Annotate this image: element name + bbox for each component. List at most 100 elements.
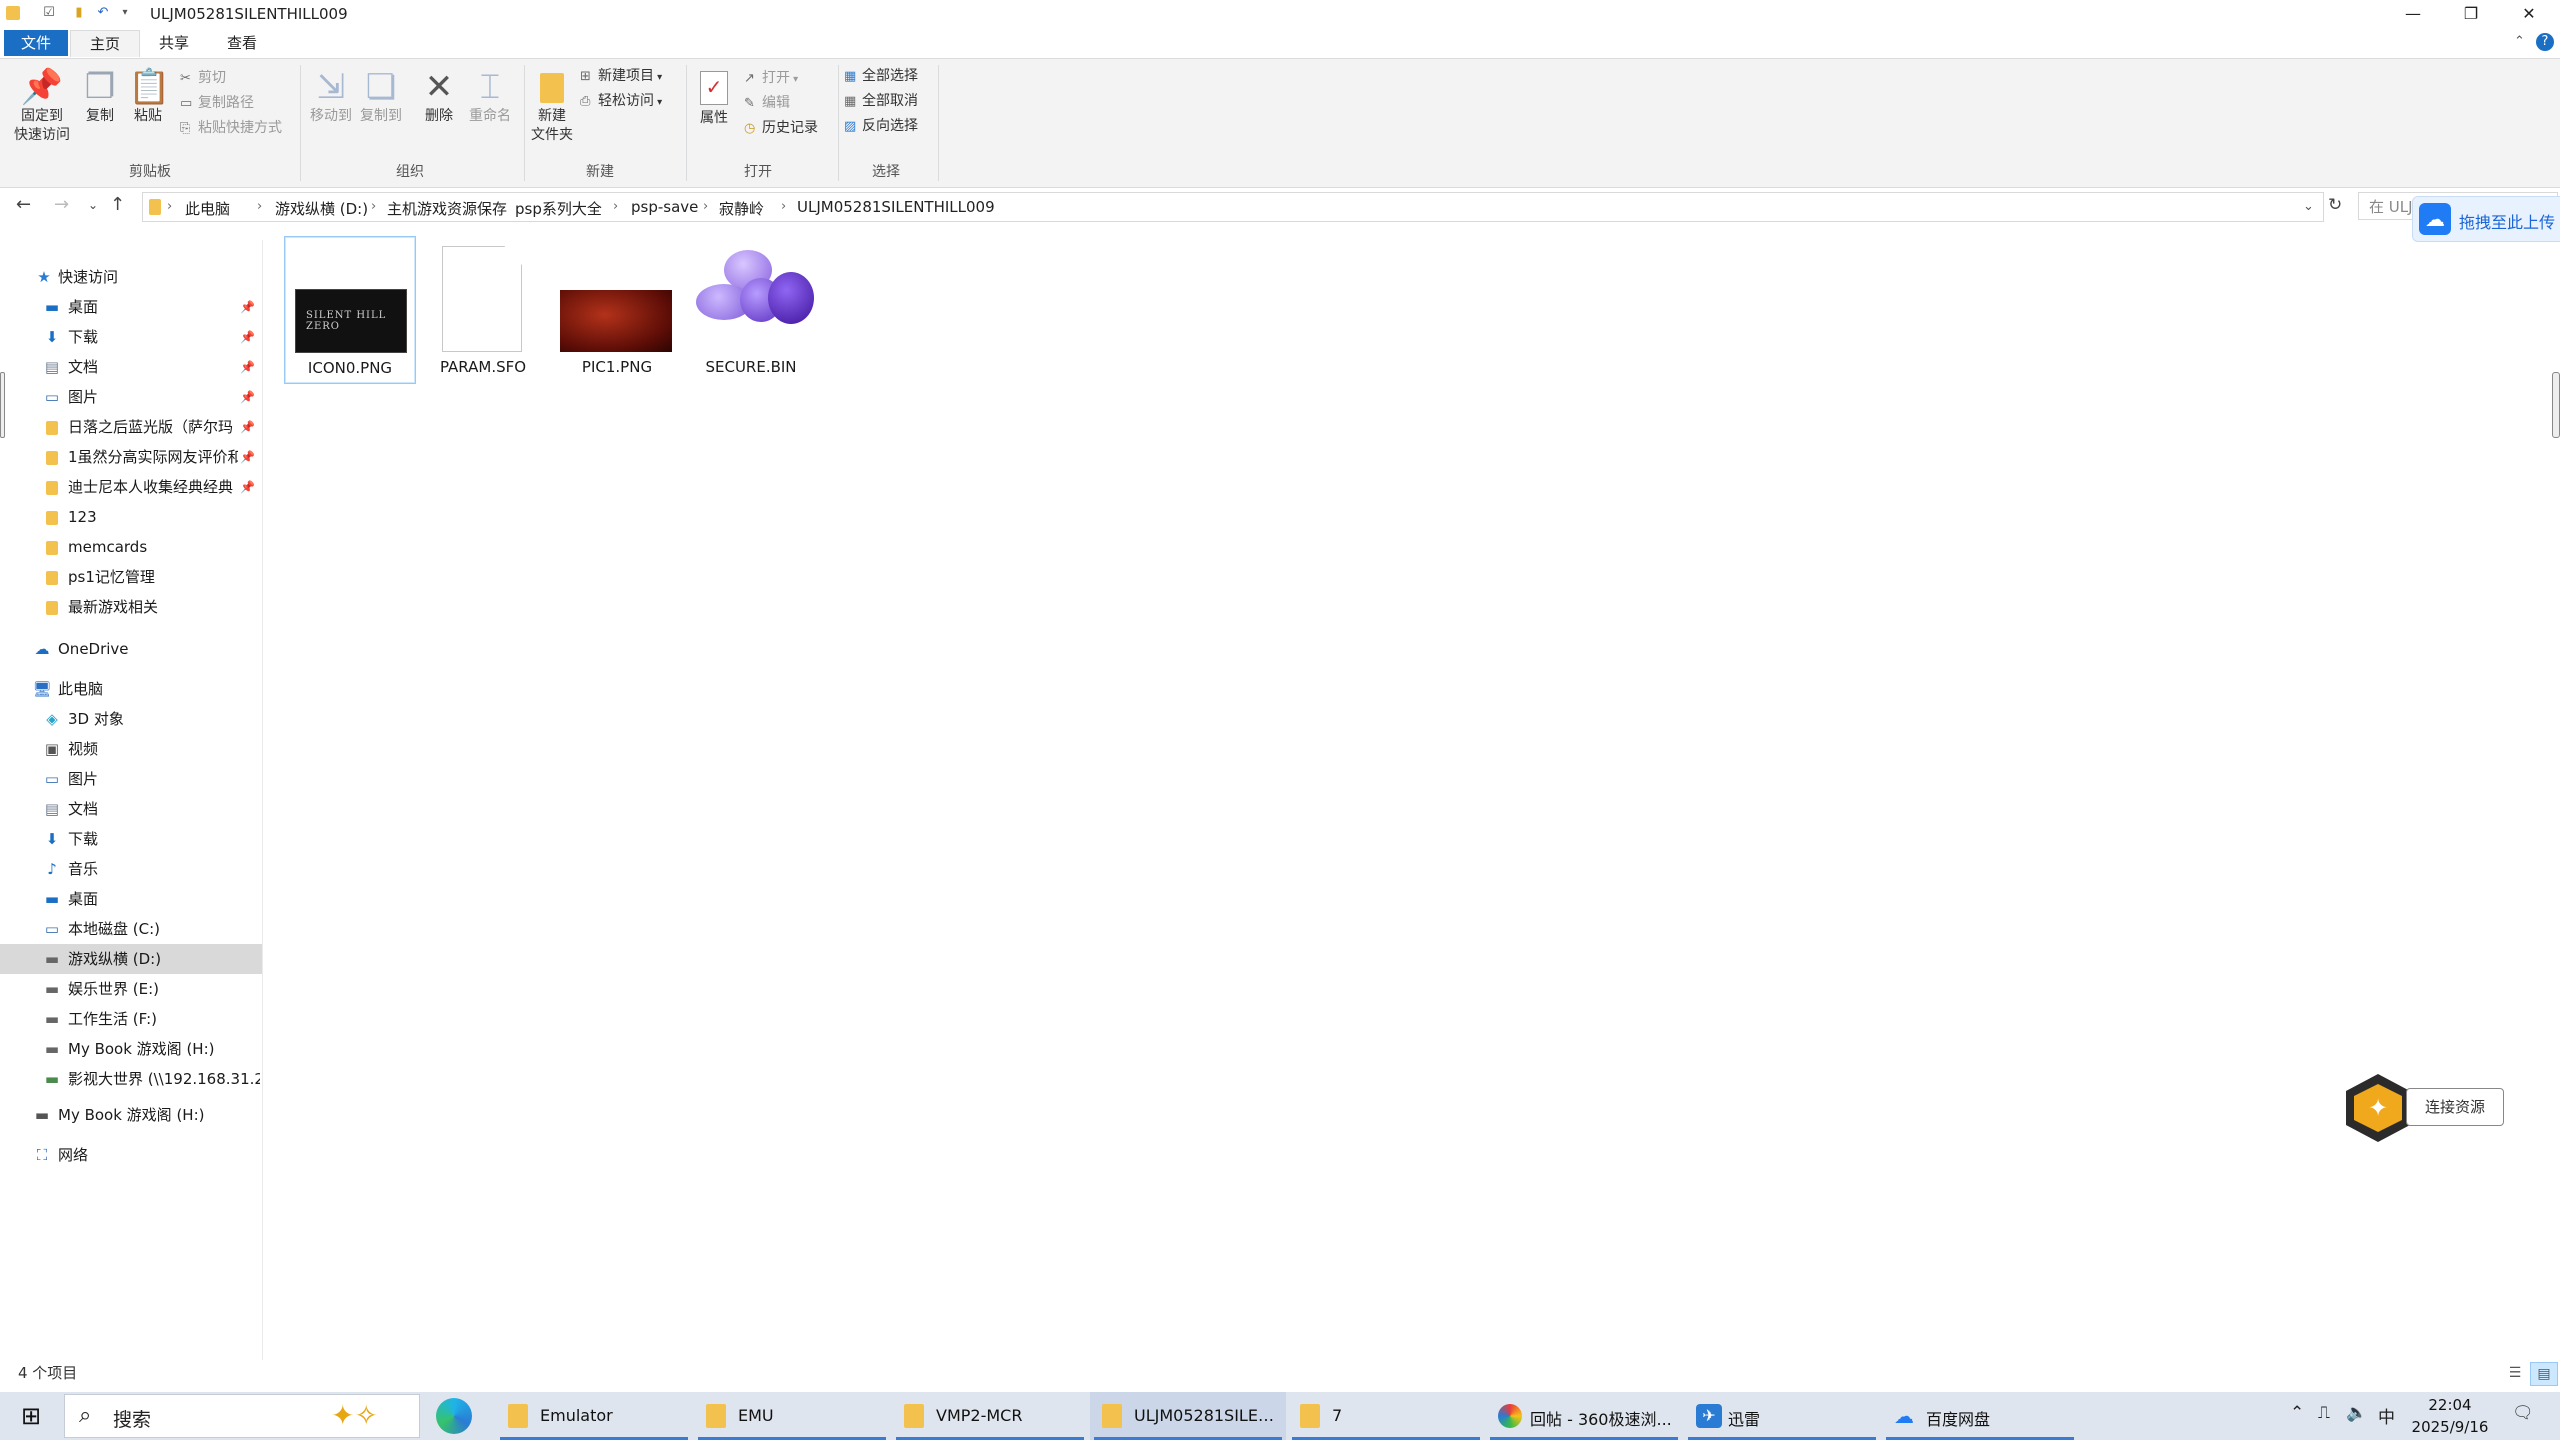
nav-pc-item[interactable]: ▬ 桌面 [0,884,262,914]
nav-this-pc[interactable]: 🖥 此电脑 [0,674,262,704]
file-item[interactable]: SILENT HILL ZERO ICON0.PNG [284,236,416,384]
show-hidden-icons-chevron-icon[interactable]: ⌃ [2290,1403,2304,1423]
new-folder-quick-icon[interactable]: ▮ [70,4,88,22]
nav-quick-item[interactable]: 最新游戏相关 [0,592,262,622]
nav-quick-item[interactable]: ▬ 桌面 📌 [0,292,262,322]
baidu-upload-drop-target[interactable]: ☁ 拖拽至此上传 [2412,196,2560,242]
taskbar-item[interactable]: 回帖 - 360极速浏... [1486,1392,1682,1440]
close-button[interactable]: ✕ [2500,0,2558,28]
nav-quick-access[interactable]: ★ 快速访问 [0,262,262,292]
customize-toolbar-icon[interactable]: ▾ [116,4,134,22]
notifications-icon[interactable]: 🗨 [2512,1403,2534,1423]
pin-quick-access-button[interactable]: 📌 固定到 快速访问 [8,67,76,145]
pin-icon[interactable]: 📌 [240,352,255,382]
nav-quick-item[interactable]: 日落之后蓝光版（萨尔玛 📌 [0,412,262,442]
tab-share[interactable]: 共享 [140,30,208,56]
recent-locations-chevron-icon[interactable]: ⌄ [88,198,98,212]
nav-quick-item[interactable]: ▤ 文档 📌 [0,352,262,382]
breadcrumb-current[interactable]: ULJM05281SILENTHILL009 [797,198,995,216]
select-all-button[interactable]: ▦ 全部选择 [844,65,918,87]
pin-icon[interactable]: 📌 [240,322,255,352]
new-folder-button[interactable]: 新建 文件夹 [528,67,576,145]
nav-pc-item[interactable]: ▬ 娱乐世界 (E:) [0,974,262,1004]
properties-button[interactable]: ✓ 属性 [692,67,736,128]
pin-icon[interactable]: 📌 [240,442,255,472]
properties-quick-icon[interactable]: ☑ [40,4,58,22]
nav-pc-item[interactable]: ▬ 影视大世界 (\\192.168.31.2 [0,1064,262,1094]
move-to-button[interactable]: ⇲ 移动到 [306,67,356,126]
large-icons-view-icon[interactable]: ▤ [2530,1362,2558,1386]
nav-network[interactable]: ⛶ 网络 [0,1140,262,1170]
pin-icon[interactable]: 📌 [240,472,255,502]
file-item[interactable]: PARAM.SFO [418,236,548,382]
taskbar-item[interactable]: 7 [1288,1392,1484,1440]
nav-mybook[interactable]: ▬ My Book 游戏阁 (H:) [0,1100,262,1130]
edge-browser-icon[interactable] [436,1398,472,1434]
address-dropdown-chevron-icon[interactable]: ⌄ [2303,199,2314,214]
breadcrumb-item[interactable]: 主机游戏资源保存 [387,198,507,219]
nav-pc-item[interactable]: ▬ My Book 游戏阁 (H:) [0,1034,262,1064]
clock[interactable]: 22:04 2025/9/16 [2400,1394,2500,1438]
nav-quick-item[interactable]: 迪士尼本人收集经典经典 📌 [0,472,262,502]
edit-button[interactable]: ✎ 编辑 [744,92,790,114]
side-handle[interactable] [0,372,5,438]
pin-icon[interactable]: 📌 [240,382,255,412]
nav-quick-item[interactable]: ▭ 图片 📌 [0,382,262,412]
tab-home[interactable]: 主页 [70,30,140,57]
volume-icon[interactable]: 🔈 [2346,1403,2367,1423]
nav-pc-item[interactable]: ▣ 视频 [0,734,262,764]
breadcrumb-item[interactable]: psp-save [631,198,698,216]
nav-pc-item[interactable]: ◈ 3D 对象 [0,704,262,734]
nav-pc-item[interactable]: ▬ 游戏纵横 (D:) [0,944,262,974]
undo-icon[interactable]: ↶ [94,4,112,22]
taskbar-item[interactable]: ☁ 百度网盘 [1882,1392,2078,1440]
taskbar-item[interactable]: VMP2-MCR [892,1392,1088,1440]
up-arrow-icon[interactable]: ↑ [110,194,125,215]
input-method-indicator[interactable]: 中 [2378,1403,2395,1428]
network-status-icon[interactable]: ⎍ [2318,1403,2330,1423]
nav-quick-item[interactable]: memcards [0,532,262,562]
tab-file[interactable]: 文件 [4,30,68,56]
select-none-button[interactable]: ▦ 全部取消 [844,90,918,112]
maximize-button[interactable]: ❐ [2442,0,2500,28]
details-view-icon[interactable]: ☰ [2502,1362,2528,1384]
easy-access-button[interactable]: ⎙ 轻松访问 ▾ [580,90,662,112]
history-button[interactable]: ◷ 历史记录 [744,117,818,139]
minimize-button[interactable]: — [2384,0,2442,28]
invert-selection-button[interactable]: ▨ 反向选择 [844,115,918,137]
taskbar-item[interactable]: EMU [694,1392,890,1440]
back-arrow-icon[interactable]: ← [16,194,31,215]
breadcrumb[interactable]: › 此电脑 › 游戏纵横 (D:) › 主机游戏资源保存 › psp系列大全 ›… [142,192,2324,222]
rename-button[interactable]: ⌶ 重命名 [464,67,516,126]
delete-button[interactable]: ✕ 删除 [414,67,464,126]
nav-pc-item[interactable]: ▭ 图片 [0,764,262,794]
taskbar-item[interactable]: ULJM05281SILEN... [1090,1392,1286,1440]
breadcrumb-item[interactable]: 寂静岭 [719,198,764,219]
open-button[interactable]: ↗ 打开 ▾ [744,67,798,89]
nav-pc-item[interactable]: ▬ 工作生活 (F:) [0,1004,262,1034]
side-handle[interactable] [2552,372,2560,438]
breadcrumb-item[interactable]: 游戏纵横 (D:) [275,198,368,219]
nav-quick-item[interactable]: ps1记忆管理 [0,562,262,592]
copy-path-button[interactable]: ▭ 复制路径 [180,92,254,114]
collapse-ribbon-icon[interactable]: ⌃ [2514,34,2525,49]
windows-start-icon[interactable]: ⊞ [0,1392,62,1440]
paste-button[interactable]: 📋 粘贴 [128,67,170,126]
forward-arrow-icon[interactable]: → [54,194,69,215]
pin-icon[interactable]: 📌 [240,412,255,442]
pane-divider[interactable] [262,240,263,1360]
nav-pc-item[interactable]: ▤ 文档 [0,794,262,824]
taskbar-item[interactable]: Emulator [496,1392,692,1440]
taskbar-search[interactable]: ⌕ 搜索 ✦✧ [64,1394,420,1438]
nav-pc-item[interactable]: ♪ 音乐 [0,854,262,884]
cut-button[interactable]: ✂ 剪切 [180,67,226,89]
nav-pc-item[interactable]: ▭ 本地磁盘 (C:) [0,914,262,944]
copy-button[interactable]: ❐ 复制 [80,67,120,126]
nav-onedrive[interactable]: ☁ OneDrive [0,634,262,664]
connect-resource-widget[interactable]: ✦ 连接资源 [2346,1074,2504,1142]
file-item[interactable]: PIC1.PNG [552,236,682,382]
pin-icon[interactable]: 📌 [240,292,255,322]
paste-shortcut-button[interactable]: ⎘ 粘贴快捷方式 [180,117,282,139]
nav-quick-item[interactable]: ⬇ 下载 📌 [0,322,262,352]
help-icon[interactable]: ? [2536,33,2554,51]
